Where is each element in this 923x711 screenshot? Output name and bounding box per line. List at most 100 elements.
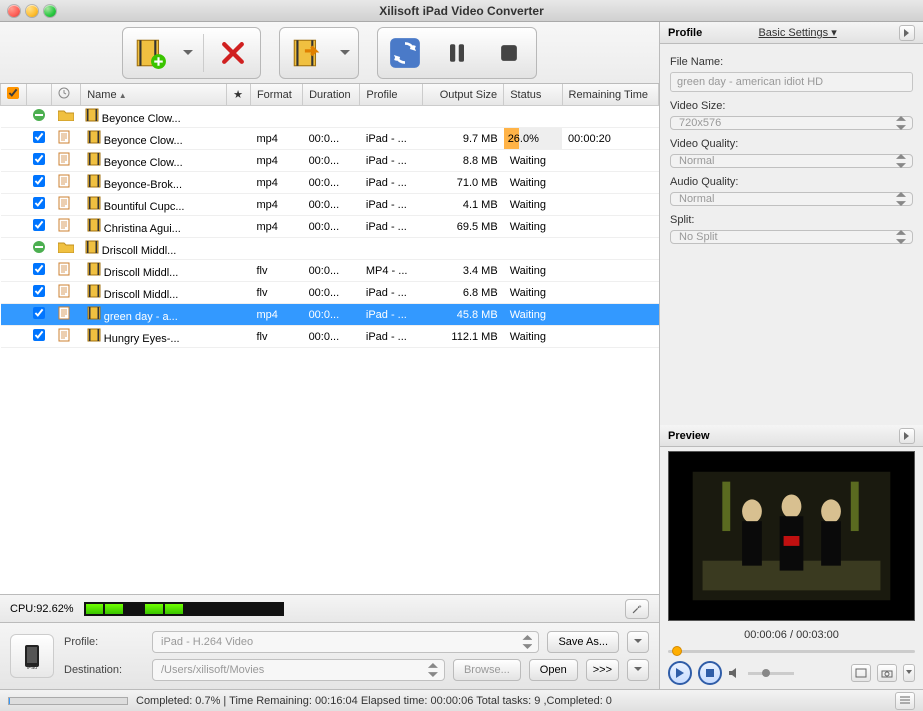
preview-controls: [660, 657, 923, 689]
col-header-remaining[interactable]: Remaining Time: [562, 84, 658, 106]
save-as-button[interactable]: Save As...: [547, 631, 619, 653]
table-header-row: Name ★ Format Duration Profile Output Si…: [1, 84, 659, 106]
zoom-window-button[interactable]: [44, 5, 56, 17]
status-text: Completed: 0.7% | Time Remaining: 00:16:…: [136, 695, 895, 707]
table-row[interactable]: green day - a... mp4 00:0... iPad - ... …: [1, 304, 659, 326]
row-name: Hungry Eyes-...: [104, 333, 180, 345]
collapse-icon[interactable]: [33, 109, 45, 121]
cpu-settings-button[interactable]: [625, 599, 649, 619]
basic-settings-dropdown[interactable]: Basic Settings ▾: [758, 26, 836, 39]
col-header-group[interactable]: [27, 84, 52, 106]
row-format: mp4: [250, 304, 302, 326]
col-header-check[interactable]: [1, 84, 27, 106]
volume-icon[interactable]: [728, 666, 742, 680]
snapshot-button[interactable]: [877, 664, 897, 682]
titlebar: Xilisoft iPad Video Converter: [0, 0, 923, 22]
document-icon: [58, 311, 70, 323]
col-header-size[interactable]: Output Size: [422, 84, 503, 106]
browse-button[interactable]: Browse...: [453, 659, 521, 681]
table-row[interactable]: Bountiful Cupc... mp4 00:0... iPad - ...…: [1, 194, 659, 216]
refresh-icon: [388, 36, 422, 70]
video-size-select[interactable]: 720x576: [670, 116, 913, 130]
open-button[interactable]: Open: [529, 659, 578, 681]
window-controls: [8, 5, 56, 17]
output-profile-button[interactable]: [284, 32, 330, 74]
col-header-format[interactable]: Format: [250, 84, 302, 106]
save-as-dropdown[interactable]: [627, 631, 649, 653]
row-size: 8.8 MB: [422, 150, 503, 172]
row-status: Waiting: [504, 216, 562, 238]
volume-slider[interactable]: [748, 672, 794, 675]
svg-text:iPad: iPad: [27, 665, 37, 671]
file-name-field[interactable]: green day - american idiot HD: [670, 72, 913, 92]
fullscreen-button[interactable]: [851, 664, 871, 682]
col-header-duration[interactable]: Duration: [303, 84, 360, 106]
table-row[interactable]: Beyonce Clow... mp4 00:0... iPad - ... 8…: [1, 150, 659, 172]
log-button[interactable]: [895, 692, 915, 710]
preview-stop-button[interactable]: [698, 661, 722, 685]
film-add-icon: [133, 36, 167, 70]
video-quality-select[interactable]: Normal: [670, 154, 913, 168]
row-checkbox[interactable]: [33, 175, 45, 187]
row-checkbox[interactable]: [33, 219, 45, 231]
split-select[interactable]: No Split: [670, 230, 913, 244]
profile-panel-expand[interactable]: [899, 25, 915, 41]
document-icon: [58, 223, 70, 235]
col-header-profile[interactable]: Profile: [360, 84, 423, 106]
col-header-status[interactable]: Status: [504, 84, 562, 106]
row-name: Driscoll Middl...: [102, 245, 177, 257]
pause-button[interactable]: [434, 32, 480, 74]
preview-scrubber[interactable]: [668, 645, 915, 657]
col-header-star[interactable]: ★: [227, 84, 251, 106]
table-row[interactable]: Driscoll Middl... flv 00:0... MP4 - ... …: [1, 260, 659, 282]
document-icon: [58, 333, 70, 345]
stop-button[interactable]: [486, 32, 532, 74]
row-checkbox[interactable]: [33, 263, 45, 275]
profile-select[interactable]: iPad - H.264 Video: [152, 631, 539, 653]
destination-field[interactable]: /Users/xilisoft/Movies: [152, 659, 445, 681]
transfer-button[interactable]: >>>: [586, 659, 619, 681]
preview-video[interactable]: [668, 451, 915, 621]
film-icon: [87, 289, 101, 301]
collapse-icon[interactable]: [33, 241, 45, 253]
table-row[interactable]: Hungry Eyes-... flv 00:0... iPad - ... 1…: [1, 326, 659, 348]
camera-icon: [881, 668, 893, 678]
app-title: Xilisoft iPad Video Converter: [379, 4, 543, 18]
add-file-dropdown[interactable]: [179, 32, 197, 74]
table-row[interactable]: Beyonce-Brok... mp4 00:0... iPad - ... 7…: [1, 172, 659, 194]
row-checkbox[interactable]: [33, 307, 45, 319]
output-profile-dropdown[interactable]: [336, 32, 354, 74]
row-format: flv: [250, 282, 302, 304]
transfer-dropdown[interactable]: [627, 659, 649, 681]
audio-quality-select[interactable]: Normal: [670, 192, 913, 206]
document-icon: [58, 179, 70, 191]
close-window-button[interactable]: [8, 5, 20, 17]
row-checkbox[interactable]: [33, 329, 45, 341]
table-row[interactable]: Beyonce Clow... mp4 00:0... iPad - ... 9…: [1, 128, 659, 150]
row-duration: 00:0...: [303, 326, 360, 348]
col-header-name[interactable]: Name: [81, 84, 227, 106]
table-group-row[interactable]: Beyonce Clow...: [1, 106, 659, 128]
play-button[interactable]: [668, 661, 692, 685]
remove-button[interactable]: [210, 32, 256, 74]
preview-time: 00:00:06 / 00:03:00: [660, 625, 923, 645]
row-checkbox[interactable]: [33, 197, 45, 209]
table-row[interactable]: Driscoll Middl... flv 00:0... iPad - ...…: [1, 282, 659, 304]
document-icon: [58, 135, 70, 147]
snapshot-dropdown[interactable]: [903, 664, 915, 682]
file-list[interactable]: Name ★ Format Duration Profile Output Si…: [0, 84, 659, 594]
row-checkbox[interactable]: [33, 285, 45, 297]
add-file-button[interactable]: [127, 32, 173, 74]
convert-button[interactable]: [382, 32, 428, 74]
preview-panel-expand[interactable]: [899, 428, 915, 444]
row-duration: 00:0...: [303, 260, 360, 282]
row-checkbox[interactable]: [33, 153, 45, 165]
col-header-icon[interactable]: [52, 84, 81, 106]
play-icon: [675, 668, 685, 678]
row-checkbox[interactable]: [33, 131, 45, 143]
minimize-window-button[interactable]: [26, 5, 38, 17]
table-row[interactable]: Christina Agui... mp4 00:0... iPad - ...…: [1, 216, 659, 238]
row-duration: 00:0...: [303, 216, 360, 238]
table-group-row[interactable]: Driscoll Middl...: [1, 238, 659, 260]
row-duration: 00:0...: [303, 172, 360, 194]
